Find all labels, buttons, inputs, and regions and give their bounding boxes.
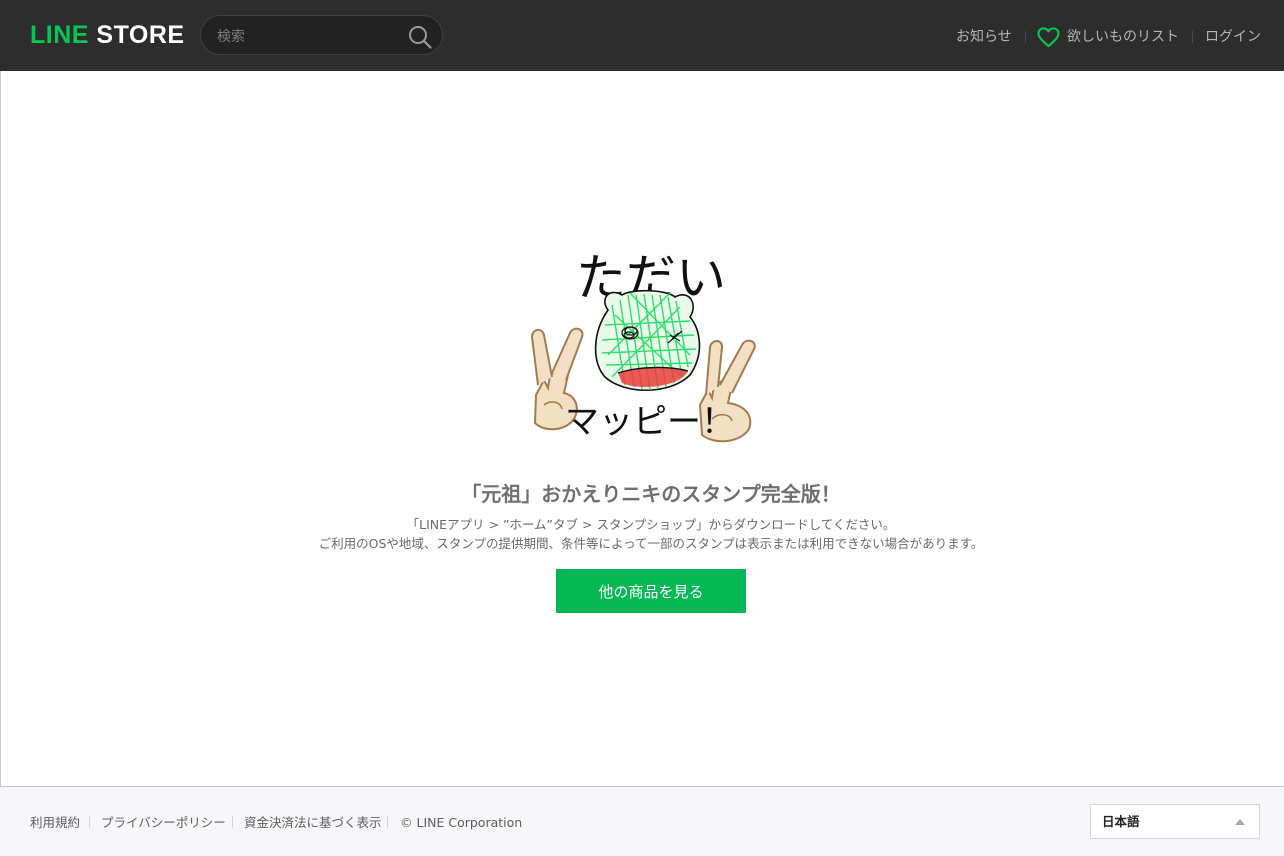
footer-divider xyxy=(232,816,233,828)
header-bar: LINE STORE お知らせ 欲しいものリスト ログイン xyxy=(0,0,1284,71)
language-select[interactable]: 日本語 xyxy=(1090,804,1260,839)
see-other-products-button[interactable]: 他の商品を見る xyxy=(556,569,746,613)
footer-privacy-link[interactable]: プライバシーポリシー xyxy=(101,814,226,832)
footer-divider xyxy=(387,816,388,828)
logo-store-text: STORE xyxy=(88,21,185,49)
nav-divider xyxy=(1192,31,1193,43)
footer-divider xyxy=(89,816,90,828)
search-box xyxy=(200,15,443,55)
heart-icon[interactable] xyxy=(1037,27,1060,48)
footer: 利用規約 プライバシーポリシー 資金決済法に基づく表示 © LINE Corpo… xyxy=(0,787,1284,856)
nav-login-link[interactable]: ログイン xyxy=(1205,25,1261,49)
language-value: 日本語 xyxy=(1102,814,1140,829)
copyright-text: © LINE Corporation xyxy=(400,815,523,830)
main-content: ただい マッピー！ 「元祖」おかえりニキのスタンプ完全版！ 「LINEアプリ >… xyxy=(0,71,1284,787)
download-note: 「LINEアプリ > ”ホーム”タブ > スタンプショップ」からダウンロードして… xyxy=(406,517,896,532)
search-input[interactable] xyxy=(215,25,399,49)
product-title: 「元祖」おかえりニキのスタンプ完全版！ xyxy=(461,482,841,506)
sticker-text-bottom: マッピー！ xyxy=(565,402,735,442)
nav-wishlist-link[interactable]: 欲しいものリスト xyxy=(1067,25,1179,49)
triangle-up-icon xyxy=(1235,819,1245,825)
nav-divider xyxy=(1025,31,1026,43)
availability-note: ご利用のOSや地域、スタンプの提供期間、条件等によって一部のスタンプは表示または… xyxy=(318,536,984,551)
footer-payment-act-link[interactable]: 資金決済法に基づく表示 xyxy=(244,814,382,832)
footer-terms-link[interactable]: 利用規約 xyxy=(30,814,80,832)
logo-line-text: LINE xyxy=(30,21,89,49)
line-store-logo[interactable]: LINE STORE xyxy=(30,21,185,49)
nav-notice-link[interactable]: お知らせ xyxy=(956,25,1012,49)
search-icon[interactable] xyxy=(407,24,433,50)
sticker-image: ただい マッピー！ xyxy=(531,249,756,443)
